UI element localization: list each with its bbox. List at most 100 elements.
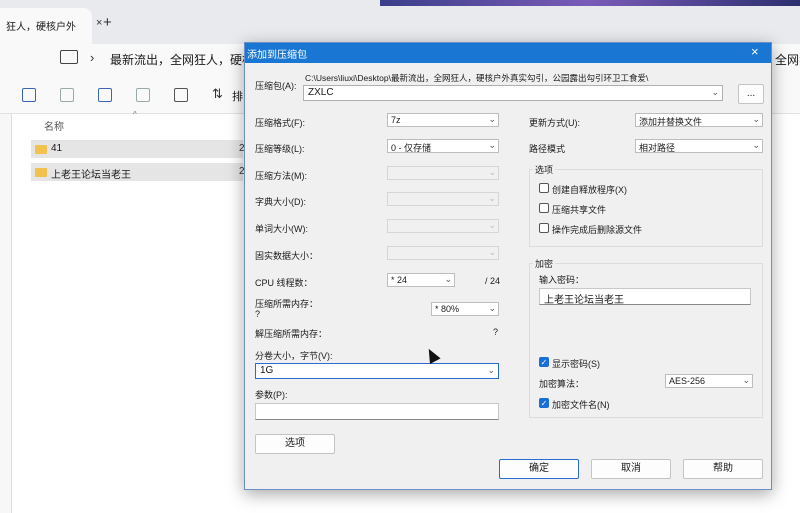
archive-path: C:\Users\liuxi\Desktop\最新流出，全网狂人，硬核户外真实勾… <box>305 73 649 83</box>
mem-comp-q: ? <box>255 309 261 319</box>
close-icon[interactable]: × <box>751 44 759 59</box>
encrypt-group-label: 加密 <box>533 257 556 270</box>
cpu-label: CPU 线程数： <box>255 278 313 288</box>
show-password-checkbox[interactable]: ✓ <box>539 357 549 367</box>
solid-select[interactable]: ⌄ <box>387 246 499 260</box>
explorer-tab[interactable]: 狂人，硬核户外 <box>0 8 92 44</box>
chevron-down-icon: ⌄ <box>488 167 496 177</box>
encrypt-names-checkbox[interactable]: ✓ <box>539 398 549 408</box>
monitor-icon[interactable] <box>60 50 78 64</box>
archive-label: 压缩包(A): <box>255 81 297 91</box>
options-button[interactable]: 选项 <box>255 434 335 454</box>
rename-icon[interactable] <box>98 88 112 102</box>
file-name: 41 <box>51 143 63 154</box>
archive-name-combo[interactable]: ZXLC ⌄ <box>303 85 723 101</box>
chevron-down-icon: ⌄ <box>444 274 452 284</box>
file-row[interactable]: 上老王论坛当老王 2 <box>31 163 245 181</box>
dialog-title: 添加到压缩包 <box>247 50 307 61</box>
split-combo[interactable]: 1G ⌄ <box>255 363 499 379</box>
method-select[interactable]: ⌄ <box>387 166 499 180</box>
mem-decomp-label: 解压缩所需内存： <box>255 329 328 339</box>
delete-label: 操作完成后删除源文件 <box>552 225 643 235</box>
params-input[interactable] <box>255 403 499 420</box>
params-label: 参数(P): <box>255 390 288 400</box>
chevron-down-icon: ⌄ <box>488 114 496 124</box>
column-header-name[interactable]: 名称 <box>44 118 64 133</box>
method-label: 压缩方法(M): <box>255 171 307 181</box>
password-label: 输入密码： <box>539 275 585 285</box>
mem-comp-select[interactable]: * 80% ⌄ <box>431 302 499 316</box>
folder-icon <box>35 145 47 154</box>
folder-icon <box>35 168 47 177</box>
path-mode-select[interactable]: 相对路径 ⌄ <box>635 139 763 153</box>
options-group-label: 选项 <box>533 163 556 176</box>
file-row[interactable]: 41 2 <box>31 140 245 158</box>
chevron-right-icon[interactable]: › <box>90 50 94 65</box>
chevron-down-icon: ⌄ <box>488 247 496 257</box>
word-label: 单词大小(W): <box>255 224 308 234</box>
archive-name-value: ZXLC <box>308 87 334 98</box>
dict-select[interactable]: ⌄ <box>387 192 499 206</box>
show-password-label: 显示密码(S) <box>552 359 600 369</box>
cancel-button[interactable]: 取消 <box>591 459 671 479</box>
dict-label: 字典大小(D): <box>255 197 306 207</box>
encrypt-names-label: 加密文件名(N) <box>552 400 610 410</box>
split-value: 1G <box>260 365 274 376</box>
file-name: 上老王论坛当老王 <box>51 170 131 181</box>
cpu-value: * 24 <box>391 275 408 285</box>
encrypt-group <box>529 263 763 418</box>
tab-title: 狂人，硬核户外 <box>6 22 76 33</box>
enc-method-label: 加密算法： <box>539 379 585 389</box>
search-box-text[interactable]: 全网狂 <box>775 51 800 68</box>
format-value: 7z <box>391 115 401 125</box>
update-value: 添加并替换文件 <box>639 117 703 127</box>
tab-close-icon[interactable]: × <box>96 17 102 29</box>
explorer-titlebar: 狂人，硬核户外 × + <box>0 0 800 44</box>
shared-checkbox[interactable] <box>539 203 549 213</box>
word-select[interactable]: ⌄ <box>387 219 499 233</box>
path-mode-label: 路径模式 <box>529 144 566 154</box>
chevron-down-icon: ⌄ <box>488 193 496 203</box>
mem-decomp-q: ? <box>493 327 499 337</box>
cpu-select[interactable]: * 24 ⌄ <box>387 273 455 287</box>
cpu-total: / 24 <box>485 276 501 286</box>
update-select[interactable]: 添加并替换文件 ⌄ <box>635 113 763 127</box>
help-button[interactable]: 帮助 <box>683 459 763 479</box>
level-select[interactable]: 0 - 仅存储 ⌄ <box>387 139 499 153</box>
chevron-down-icon: ⌄ <box>711 87 719 97</box>
split-label: 分卷大小，字节(V): <box>255 351 333 361</box>
add-to-archive-dialog: 添加到压缩包 × 压缩包(A): C:\Users\liuxi\Desktop\… <box>244 42 772 490</box>
wallpaper-strip <box>380 0 800 6</box>
ok-button[interactable]: 确定 <box>499 459 579 479</box>
chevron-down-icon: ⌄ <box>488 140 496 150</box>
delete-checkbox[interactable] <box>539 223 549 233</box>
sort-icon[interactable]: ⇅ <box>212 86 223 102</box>
navigation-pane <box>0 114 12 513</box>
level-label: 压缩等级(L): <box>255 144 305 154</box>
dialog-titlebar: 添加到压缩包 × <box>245 43 771 63</box>
address-path[interactable]: 最新流出，全网狂人，硬核 <box>110 51 254 68</box>
format-select[interactable]: 7z ⌄ <box>387 113 499 127</box>
mem-comp-value: * 80% <box>435 304 460 314</box>
browse-button[interactable]: ... <box>738 84 764 104</box>
enc-method-select[interactable]: AES-256 ⌄ <box>665 374 753 388</box>
sort-label[interactable]: 排 <box>232 88 243 104</box>
delete-icon[interactable] <box>174 88 188 102</box>
chevron-down-icon: ⌄ <box>487 365 495 375</box>
copy-icon[interactable] <box>22 88 36 102</box>
format-label: 压缩格式(F): <box>255 118 305 128</box>
path-mode-value: 相对路径 <box>639 143 676 153</box>
chevron-down-icon: ⌄ <box>742 375 750 385</box>
password-value: 上老王论坛当老王 <box>544 295 624 306</box>
chevron-down-icon: ⌄ <box>488 303 496 313</box>
password-input[interactable]: 上老王论坛当老王 <box>539 288 751 306</box>
level-value: 0 - 仅存储 <box>391 143 432 153</box>
share-icon[interactable] <box>136 88 150 102</box>
sort-caret-icon: ^ <box>133 110 137 119</box>
paste-icon[interactable] <box>60 88 74 102</box>
sfx-checkbox[interactable] <box>539 183 549 193</box>
new-tab-icon[interactable]: + <box>103 14 112 31</box>
enc-method-value: AES-256 <box>669 376 706 386</box>
chevron-down-icon: ⌄ <box>488 220 496 230</box>
update-label: 更新方式(U): <box>529 118 580 128</box>
